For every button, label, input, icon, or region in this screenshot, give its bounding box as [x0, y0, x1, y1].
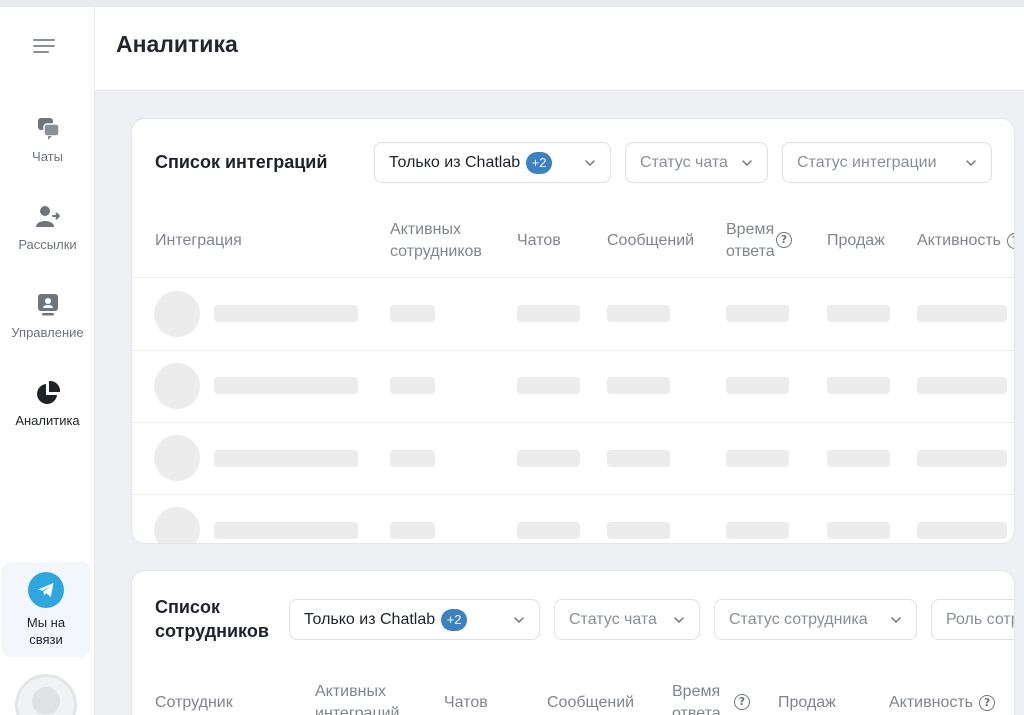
user-avatar[interactable] [15, 674, 77, 715]
column-header-response-time[interactable]: Время ответа [726, 219, 775, 263]
column-header-activity[interactable]: Активность? [889, 692, 996, 714]
column-header-chats[interactable]: Чатов [444, 692, 488, 714]
chevron-down-icon [674, 617, 684, 624]
employee-source-filter-dropdown[interactable]: Только из Chatlab +2 [289, 599, 540, 640]
employee-status-dropdown[interactable]: Статус сотрудника [714, 599, 917, 640]
column-header-messages[interactable]: Сообщений [547, 692, 634, 714]
source-filter-dropdown[interactable]: Только из Chatlab +2 [374, 142, 611, 183]
chevron-down-icon [742, 160, 752, 167]
chat-status-placeholder: Статус чата [640, 153, 728, 171]
support-telegram-button[interactable]: Мы на связи [1, 562, 91, 657]
avatar-placeholder-icon [32, 687, 60, 715]
page-header: Аналитика [95, 7, 1024, 91]
employees-card: Список сотрудников Только из Chatlab +2 … [131, 570, 1015, 715]
help-icon[interactable]: ? [776, 232, 792, 248]
employee-status-placeholder: Статус сотрудника [729, 610, 868, 628]
row-divider [132, 494, 1014, 495]
source-filter-value: Только из Chatlab [389, 153, 521, 171]
column-header-activity[interactable]: Активность? [917, 230, 1014, 252]
column-header-sales[interactable]: Продаж [827, 230, 885, 252]
column-header-response-time[interactable]: Время ответа [672, 681, 721, 715]
integration-status-placeholder: Статус интеграции [797, 153, 937, 171]
chevron-down-icon [514, 617, 524, 624]
sidebar-item-chats[interactable]: Чаты [0, 115, 95, 187]
page-title: Аналитика [116, 31, 238, 57]
column-header-employee[interactable]: Сотрудник [155, 692, 233, 714]
help-icon[interactable]: ? [1007, 232, 1014, 249]
chevron-down-icon [966, 160, 976, 167]
integrations-card: Список интеграций Только из Chatlab +2 С… [131, 118, 1015, 544]
column-header-chats[interactable]: Чатов [517, 230, 561, 252]
column-header-sales[interactable]: Продаж [778, 692, 836, 714]
chevron-down-icon [585, 160, 595, 167]
pie-chart-icon [36, 380, 60, 404]
source-filter-value: Только из Chatlab [304, 610, 436, 628]
chevron-down-icon [891, 617, 901, 624]
chat-status-placeholder: Статус чата [569, 610, 657, 628]
column-header-messages[interactable]: Сообщений [607, 230, 694, 252]
user-badge-icon [37, 294, 58, 316]
sidebar-item-label: Рассылки [18, 237, 77, 252]
sidebar: Чаты Рассылки Управление Аналитика Мы на… [0, 7, 95, 715]
sidebar-item-label: Чаты [32, 149, 63, 164]
sidebar-item-mailings[interactable]: Рассылки [0, 203, 95, 275]
integrations-title: Список интеграций [155, 152, 328, 172]
sidebar-item-management[interactable]: Управление [0, 291, 95, 363]
employee-role-dropdown[interactable]: Роль сотр [931, 599, 1015, 640]
row-divider [132, 422, 1014, 423]
source-filter-badge: +2 [526, 151, 553, 174]
row-divider [132, 277, 1014, 278]
sidebar-item-label: Управление [11, 325, 84, 340]
sidebar-item-analytics[interactable]: Аналитика [0, 379, 95, 451]
employees-title: Список сотрудников [155, 597, 269, 641]
window-top-edge [0, 0, 1024, 7]
employee-chat-status-dropdown[interactable]: Статус чата [554, 599, 700, 640]
column-header-active-integrations[interactable]: Активных интеграций [315, 681, 400, 715]
column-header-active-employees[interactable]: Активных сотрудников [390, 219, 482, 263]
support-label: Мы на связи [26, 615, 66, 647]
chat-bubbles-icon [37, 118, 60, 140]
column-header-integration[interactable]: Интеграция [155, 230, 242, 252]
help-icon[interactable]: ? [979, 694, 996, 711]
telegram-icon [28, 572, 64, 608]
source-filter-badge: +2 [441, 608, 468, 631]
sidebar-item-label: Аналитика [15, 413, 80, 428]
row-divider [132, 350, 1014, 351]
chat-status-dropdown[interactable]: Статус чата [625, 142, 768, 183]
menu-toggle-icon[interactable] [33, 39, 57, 57]
help-icon[interactable]: ? [734, 694, 750, 710]
integration-status-dropdown[interactable]: Статус интеграции [782, 142, 992, 183]
users-send-icon [35, 206, 60, 227]
role-placeholder: Роль сотр [946, 610, 1015, 628]
